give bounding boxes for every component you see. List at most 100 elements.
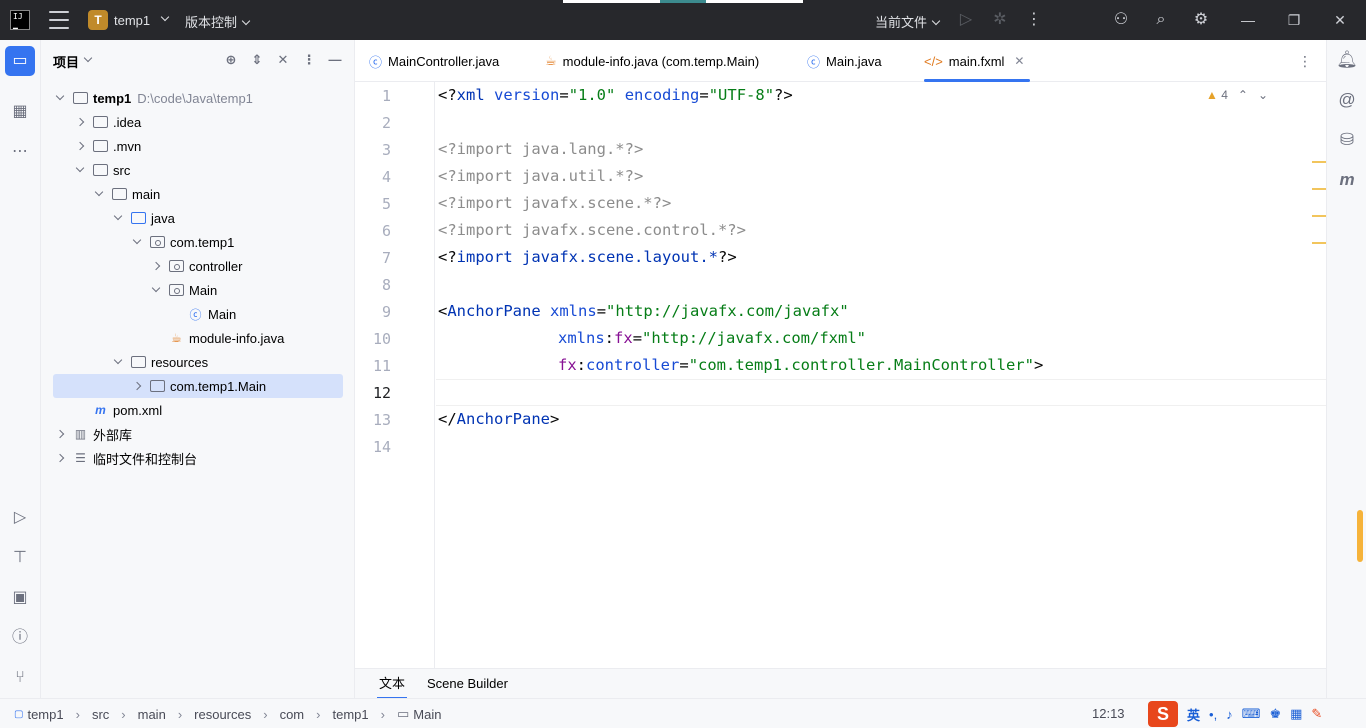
close-tab-icon[interactable]: ✕ (1014, 54, 1024, 68)
close-window-button[interactable]: ✕ (1330, 10, 1350, 30)
line-number-current: 12 (372, 384, 391, 402)
tree-node-java[interactable]: java (53, 206, 343, 230)
tab-main-java[interactable]: ⓒ Main.java (807, 40, 882, 82)
warning-marker[interactable] (1312, 215, 1326, 217)
maven-icon[interactable]: m (1335, 168, 1359, 192)
problems-icon[interactable]: ⓘ (8, 626, 32, 650)
tab-module-info[interactable]: ☕ module-info.java (com.temp.Main) (545, 40, 759, 82)
tree-node-mvn[interactable]: .mvn (53, 134, 343, 158)
warning-marker[interactable] (1312, 161, 1326, 163)
run-config-selector[interactable]: 当前文件 (875, 12, 941, 31)
chevron-down-icon[interactable] (151, 283, 161, 293)
warning-marker[interactable] (1312, 188, 1326, 190)
chevron-right-icon[interactable] (55, 429, 65, 439)
tree-node-com-temp1-main[interactable]: com.temp1.Main (53, 374, 343, 398)
tab-label: Main.java (826, 53, 882, 69)
intellij-logo-icon[interactable]: IJ ▁ (10, 10, 30, 30)
microphone-icon[interactable]: ♪ (1226, 707, 1233, 722)
more-tools-icon[interactable]: ⋯ (8, 140, 32, 164)
inspection-widget[interactable]: ▲ 4 ⌃ ⌄ (1206, 88, 1268, 102)
build-icon[interactable]: ⊤ (8, 546, 32, 570)
chevron-right-icon[interactable] (75, 117, 85, 127)
locate-icon[interactable]: ⊕ (224, 52, 238, 68)
expand-all-icon[interactable]: ⇕ (250, 52, 264, 68)
tab-text[interactable]: 文本 (369, 669, 415, 699)
breadcrumb-item[interactable]: src (92, 707, 109, 722)
chevron-down-icon[interactable] (75, 163, 85, 173)
tree-label: Main (189, 282, 218, 298)
chevron-down-icon[interactable] (113, 211, 123, 221)
structure-icon[interactable]: ▦ (8, 100, 32, 124)
ai-assistant-icon[interactable]: @ (1335, 88, 1359, 112)
tree-node-module-info[interactable]: ☕ module-info.java (53, 326, 343, 350)
chevron-down-icon[interactable] (94, 187, 104, 197)
caret-position[interactable]: 12:13 (1092, 706, 1125, 721)
tree-node-idea[interactable]: .idea (53, 110, 343, 134)
chevron-right-icon[interactable] (151, 261, 161, 271)
chevron-right-icon[interactable] (132, 381, 142, 391)
tree-node-src[interactable]: src (53, 158, 343, 182)
collapse-all-icon[interactable]: ✕ (276, 52, 290, 68)
skin-icon[interactable]: ♚ (1269, 706, 1281, 722)
tab-main-fxml[interactable]: </> main.fxml ✕ (924, 40, 1031, 82)
breadcrumb-item[interactable]: main (138, 707, 166, 722)
tree-node-pom[interactable]: m pom.xml (53, 398, 343, 422)
chevron-down-icon[interactable] (113, 355, 123, 365)
more-icon[interactable]: ⋮ (1024, 10, 1044, 30)
toolbox-icon[interactable]: ▦ (1290, 706, 1302, 722)
debug-icon[interactable]: ✲ (990, 10, 1010, 30)
tree-node-controller[interactable]: controller (53, 254, 343, 278)
project-panel-header[interactable]: 项目 ⊕ ⇕ ✕ ⋮ — (41, 40, 354, 82)
keyboard-icon[interactable]: ⌨ (1242, 706, 1261, 722)
tree-node-resources[interactable]: resources (53, 350, 343, 374)
tree-node-main-package[interactable]: Main (53, 278, 343, 302)
options-icon[interactable]: ⋮ (302, 52, 316, 68)
breadcrumb-item[interactable]: temp1 (332, 707, 368, 722)
title-bar: IJ ▁ T temp1 版本控制 当前文件 ▷ ✲ ⋮ ⚇ ⌕ ⚙ — ❐ ✕ (0, 0, 1366, 40)
breadcrumb-item[interactable]: temp1 (27, 707, 63, 722)
project-folder-icon[interactable]: ▭ (5, 46, 35, 76)
ime-language[interactable]: 英 (1187, 705, 1200, 724)
vcs-menu[interactable]: 版本控制 (185, 12, 251, 31)
database-icon[interactable]: ⛁ (1335, 128, 1359, 152)
main-menu-icon[interactable] (49, 11, 69, 29)
minimize-button[interactable]: — (1238, 10, 1258, 30)
chevron-right-icon[interactable] (55, 453, 65, 463)
tabs-more-icon[interactable]: ⋮ (1298, 53, 1312, 70)
warning-marker[interactable] (1312, 242, 1326, 244)
project-switcher[interactable]: T temp1 (88, 10, 170, 30)
add-user-icon[interactable]: ⚇ (1111, 10, 1131, 30)
tree-node-scratches[interactable]: ☰ 临时文件和控制台 (53, 446, 343, 470)
tree-node-com-temp1[interactable]: com.temp1 (53, 230, 343, 254)
notifications-bell-icon[interactable]: 🔔︎ (1335, 48, 1359, 72)
tab-scene-builder[interactable]: Scene Builder (417, 669, 518, 699)
chevron-down-icon[interactable] (132, 235, 142, 245)
run-icon[interactable]: ▷ (956, 10, 976, 30)
breadcrumb-item[interactable]: resources (194, 707, 251, 722)
chevron-right-icon[interactable] (75, 141, 85, 151)
git-icon[interactable]: ⑂ (8, 666, 32, 690)
tab-maincontroller[interactable]: ⓒ MainController.java (369, 40, 499, 82)
tree-node-main-class[interactable]: ⓒ Main (53, 302, 343, 326)
tree-node-external-libraries[interactable]: ▥ 外部库 (53, 422, 343, 446)
line-gutter: 1 2 3 4 5 6 7 8 9 10 11 12 13 14 (355, 82, 435, 668)
tree-node-temp1[interactable]: temp1 D:\code\Java\temp1 (53, 86, 343, 110)
tree-node-main[interactable]: main (53, 182, 343, 206)
code-editor[interactable]: <?xml version="1.0" encoding="UTF-8"?> <… (436, 82, 1326, 668)
punctuation-icon[interactable]: •, (1209, 707, 1217, 722)
restore-button[interactable]: ❐ (1284, 10, 1304, 30)
settings-gear-icon[interactable]: ⚙ (1191, 10, 1211, 30)
terminal-icon[interactable]: ▣ (8, 586, 32, 610)
breadcrumb-item[interactable]: Main (413, 707, 441, 722)
chevron-up-icon[interactable]: ⌃ (1238, 88, 1248, 102)
project-badge: T (88, 10, 108, 30)
sogou-ime-logo[interactable]: S (1148, 701, 1178, 727)
chevron-down-icon[interactable]: ⌄ (1258, 88, 1268, 102)
hide-panel-icon[interactable]: — (328, 52, 342, 68)
search-icon[interactable]: ⌕ (1151, 10, 1171, 30)
breadcrumb-item[interactable]: com (280, 707, 305, 722)
chevron-down-icon[interactable] (55, 91, 65, 101)
services-icon[interactable]: ▷ (8, 506, 32, 530)
ime-settings-icon[interactable]: ✎ (1311, 706, 1322, 722)
chevron-right-icon: › (177, 706, 183, 722)
